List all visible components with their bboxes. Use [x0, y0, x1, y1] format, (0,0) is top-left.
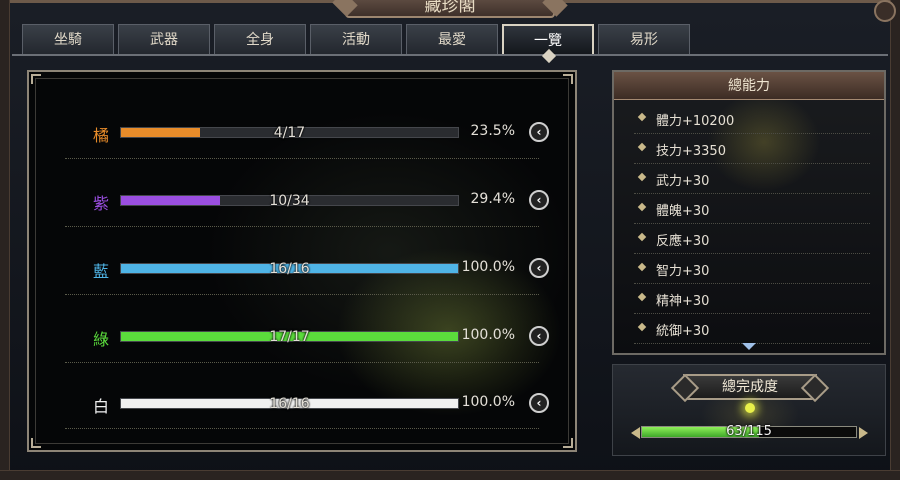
- progress-count: 4/17: [273, 125, 306, 141]
- progress-percent: 23.5%: [470, 123, 515, 139]
- frame-left-edge: [0, 0, 10, 480]
- completion-count: 63/115: [726, 424, 772, 439]
- chevron-left-icon: ‹: [536, 329, 542, 343]
- scroll-down-arrow-icon[interactable]: [742, 343, 756, 350]
- progress-bar: 4/17: [120, 125, 459, 141]
- grade-label: 紫: [92, 194, 109, 213]
- tab-full-body[interactable]: 全身: [214, 24, 306, 54]
- expand-button[interactable]: ‹: [529, 122, 549, 142]
- window-title: 藏珍閣: [345, 0, 555, 18]
- expand-button[interactable]: ‹: [529, 258, 549, 278]
- grade-row-blue: 藍 16/16 100.0% ‹: [29, 250, 579, 290]
- progress-percent: 100.0%: [461, 327, 515, 343]
- diamond-bullet-icon: [637, 202, 647, 212]
- tab-weapon[interactable]: 武器: [118, 24, 210, 54]
- collection-progress-panel: 橘 4/17 23.5% ‹ 紫 10/34 29.4% ‹ 藍 16/16 1…: [27, 70, 577, 452]
- grade-row-green: 綠 17/17 100.0% ‹: [29, 318, 579, 358]
- expand-button[interactable]: ‹: [529, 190, 549, 210]
- frame-bottom-edge: [0, 470, 900, 480]
- bar-right-cap-icon: [859, 427, 868, 439]
- stat-item: 精神+30: [634, 284, 870, 314]
- panel-corner: [31, 438, 41, 448]
- diamond-bullet-icon: [637, 232, 647, 242]
- progress-percent: 29.4%: [470, 191, 515, 207]
- chevron-left-icon: ‹: [536, 261, 542, 275]
- panel-corner: [31, 74, 41, 84]
- tab-favorite[interactable]: 最愛: [406, 24, 498, 54]
- progress-count: 16/16: [269, 396, 310, 412]
- progress-bar: 10/34: [120, 193, 459, 209]
- total-completion-panel: 總完成度 63/115: [612, 364, 886, 456]
- grade-row-purple: 紫 10/34 29.4% ‹: [29, 182, 579, 222]
- progress-percent: 100.0%: [461, 259, 515, 275]
- diamond-bullet-icon: [637, 292, 647, 302]
- grade-label: 橘: [92, 126, 109, 145]
- tab-overview[interactable]: 一覽: [502, 24, 594, 54]
- stat-item: 反應+30: [634, 224, 870, 254]
- tab-event[interactable]: 活動: [310, 24, 402, 54]
- grade-label: 白: [92, 397, 109, 416]
- diamond-bullet-icon: [637, 142, 647, 152]
- diamond-bullet-icon: [637, 322, 647, 332]
- stat-item: 體魄+30: [634, 194, 870, 224]
- progress-bar: 16/16: [120, 396, 459, 412]
- panel-corner: [563, 74, 573, 84]
- grade-label: 藍: [92, 262, 109, 281]
- progress-bar: 16/16: [120, 261, 459, 277]
- glow-orb-icon: [745, 403, 755, 413]
- ornament-icon: [874, 0, 896, 22]
- completion-progress-bar: 63/115: [641, 424, 857, 439]
- stats-header: 總能力: [614, 72, 884, 100]
- diamond-bullet-icon: [637, 112, 647, 122]
- grade-label: 綠: [92, 330, 109, 349]
- stat-item: 智力+30: [634, 254, 870, 284]
- row-divider: [65, 158, 539, 159]
- row-divider: [65, 226, 539, 227]
- progress-percent: 100.0%: [461, 394, 515, 410]
- diamond-bullet-icon: [637, 262, 647, 272]
- tab-bar: 坐騎 武器 全身 活動 最愛 一覽 易形: [22, 24, 690, 54]
- stat-item: 統御+30: [634, 314, 870, 344]
- panel-corner: [563, 438, 573, 448]
- row-divider: [65, 428, 539, 429]
- completion-title: 總完成度: [683, 374, 817, 400]
- chevron-left-icon: ‹: [536, 193, 542, 207]
- row-divider: [65, 362, 539, 363]
- bar-left-cap-icon: [631, 427, 640, 439]
- expand-button[interactable]: ‹: [529, 326, 549, 346]
- grade-row-white: 白 16/16 100.0% ‹: [29, 385, 579, 425]
- total-stats-panel[interactable]: 總能力 體力+10200 技力+3350 武力+30 體魄+30 反應+30 智…: [612, 70, 886, 355]
- frame-right-edge: [890, 0, 900, 480]
- tab-mount[interactable]: 坐騎: [22, 24, 114, 54]
- progress-count: 10/34: [269, 193, 310, 209]
- progress-count: 17/17: [269, 329, 310, 345]
- diamond-bullet-icon: [637, 172, 647, 182]
- chevron-left-icon: ‹: [536, 396, 542, 410]
- row-divider: [65, 294, 539, 295]
- grade-row-orange: 橘 4/17 23.5% ‹: [29, 114, 579, 154]
- stat-item: 武力+30: [634, 164, 870, 194]
- chevron-left-icon: ‹: [536, 125, 542, 139]
- stat-item: 技力+3350: [634, 134, 870, 164]
- stat-item: 體力+10200: [634, 104, 870, 134]
- tab-transform[interactable]: 易形: [598, 24, 690, 54]
- progress-bar: 17/17: [120, 329, 459, 345]
- progress-count: 16/16: [269, 261, 310, 277]
- expand-button[interactable]: ‹: [529, 393, 549, 413]
